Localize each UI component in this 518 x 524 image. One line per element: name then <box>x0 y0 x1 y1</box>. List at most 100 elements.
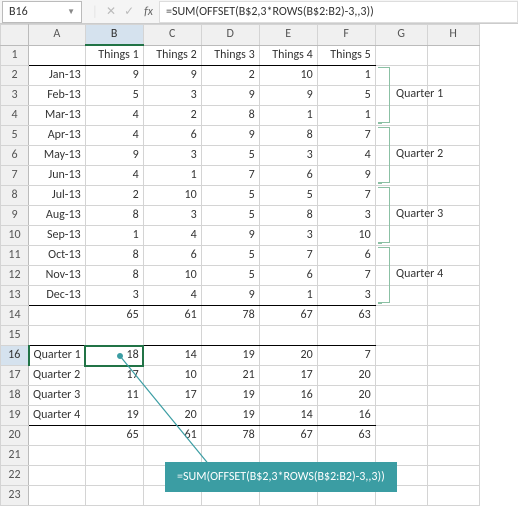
col-D[interactable]: D <box>201 25 259 46</box>
row-20[interactable]: 20 <box>1 426 29 446</box>
cell[interactable]: 4 <box>85 106 143 126</box>
cell[interactable]: Things 5 <box>317 45 375 66</box>
cell[interactable]: 20 <box>259 346 317 366</box>
row-23[interactable]: 23 <box>1 486 29 506</box>
row-21[interactable]: 21 <box>1 446 29 466</box>
cell[interactable] <box>427 106 479 126</box>
cell[interactable] <box>29 426 86 446</box>
cell[interactable]: Things 3 <box>201 45 259 66</box>
cell[interactable] <box>85 466 143 486</box>
col-A[interactable]: A <box>29 25 86 46</box>
cell[interactable]: 4 <box>85 126 143 146</box>
cell[interactable] <box>427 346 479 366</box>
cell[interactable] <box>427 366 479 386</box>
cancel-icon[interactable]: ✕ <box>106 4 116 19</box>
cell[interactable]: 10 <box>143 186 201 206</box>
cell[interactable]: 6 <box>143 126 201 146</box>
cell[interactable] <box>427 446 479 466</box>
cell[interactable]: 2 <box>85 186 143 206</box>
cell[interactable] <box>427 186 479 206</box>
cell[interactable]: 9 <box>201 226 259 246</box>
row-9[interactable]: 9 <box>1 206 29 226</box>
cell[interactable]: 1 <box>85 226 143 246</box>
row-22[interactable]: 22 <box>1 466 29 486</box>
cell[interactable]: Quarter 2 <box>29 366 86 386</box>
cell[interactable]: 2 <box>201 66 259 86</box>
cell[interactable]: 10 <box>143 266 201 286</box>
cell[interactable]: 3 <box>317 206 375 226</box>
row-18[interactable]: 18 <box>1 386 29 406</box>
cell[interactable]: 11 <box>85 386 143 406</box>
cell[interactable]: 5 <box>201 266 259 286</box>
cell[interactable] <box>427 326 479 346</box>
cell[interactable]: 63 <box>317 306 375 326</box>
cell[interactable] <box>427 386 479 406</box>
cell[interactable] <box>259 326 317 346</box>
cell[interactable]: 17 <box>85 366 143 386</box>
cell[interactable] <box>85 326 143 346</box>
cell[interactable]: 6 <box>259 166 317 186</box>
name-box[interactable]: B16 ▼ <box>2 1 82 23</box>
cell[interactable] <box>375 326 427 346</box>
cell[interactable]: 17 <box>143 386 201 406</box>
cell[interactable] <box>427 466 479 486</box>
cell[interactable] <box>375 386 427 406</box>
cell[interactable] <box>375 406 427 426</box>
cell[interactable] <box>375 346 427 366</box>
cell[interactable]: 5 <box>201 206 259 226</box>
col-H[interactable]: H <box>427 25 479 46</box>
cell[interactable]: 9 <box>201 286 259 306</box>
cell[interactable]: 7 <box>317 126 375 146</box>
cell[interactable]: 6 <box>317 246 375 266</box>
chevron-down-icon[interactable]: ▼ <box>67 7 75 17</box>
col-C[interactable]: C <box>143 25 201 46</box>
row-14[interactable]: 14 <box>1 306 29 326</box>
fx-label[interactable]: fx <box>144 5 159 19</box>
cell[interactable] <box>29 486 86 506</box>
cell[interactable]: 7 <box>317 346 375 366</box>
cell[interactable]: 3 <box>143 146 201 166</box>
cell[interactable]: 63 <box>317 426 375 446</box>
cell[interactable]: 5 <box>201 246 259 266</box>
cell[interactable]: 3 <box>143 206 201 226</box>
cell[interactable]: 2 <box>143 106 201 126</box>
cell[interactable]: 20 <box>317 386 375 406</box>
cell[interactable]: 20 <box>317 366 375 386</box>
row-7[interactable]: 7 <box>1 166 29 186</box>
cell[interactable]: May-13 <box>29 146 86 166</box>
cell[interactable]: 9 <box>85 66 143 86</box>
cell[interactable]: 9 <box>201 126 259 146</box>
cell[interactable] <box>201 326 259 346</box>
cell[interactable]: 19 <box>201 346 259 366</box>
cell[interactable]: Jan-13 <box>29 66 86 86</box>
accept-icon[interactable]: ✓ <box>124 4 134 19</box>
selected-cell-B16[interactable]: 18 <box>85 346 143 366</box>
cell[interactable]: Mar-13 <box>29 106 86 126</box>
cell[interactable]: Oct-13 <box>29 246 86 266</box>
cell[interactable] <box>375 306 427 326</box>
cell[interactable]: 8 <box>85 266 143 286</box>
cell[interactable]: 4 <box>143 226 201 246</box>
cell[interactable]: Aug-13 <box>29 206 86 226</box>
cell[interactable] <box>427 45 479 66</box>
cell[interactable]: 14 <box>259 406 317 426</box>
cell[interactable]: 8 <box>259 126 317 146</box>
cell[interactable]: Nov-13 <box>29 266 86 286</box>
col-B[interactable]: B <box>85 25 143 46</box>
cell[interactable]: 10 <box>317 226 375 246</box>
cell[interactable]: 3 <box>259 146 317 166</box>
cell[interactable]: 6 <box>143 246 201 266</box>
cell[interactable] <box>29 326 86 346</box>
row-2[interactable]: 2 <box>1 66 29 86</box>
cell[interactable]: 4 <box>143 286 201 306</box>
cell[interactable]: 3 <box>317 286 375 306</box>
cell[interactable]: 19 <box>201 386 259 406</box>
cell[interactable]: Jul-13 <box>29 186 86 206</box>
cell[interactable]: 61 <box>143 306 201 326</box>
cell[interactable]: Sep-13 <box>29 226 86 246</box>
cell[interactable]: 19 <box>85 406 143 426</box>
cell[interactable]: 3 <box>85 286 143 306</box>
cell[interactable]: 5 <box>85 86 143 106</box>
cell[interactable]: 8 <box>85 246 143 266</box>
cell[interactable] <box>375 366 427 386</box>
